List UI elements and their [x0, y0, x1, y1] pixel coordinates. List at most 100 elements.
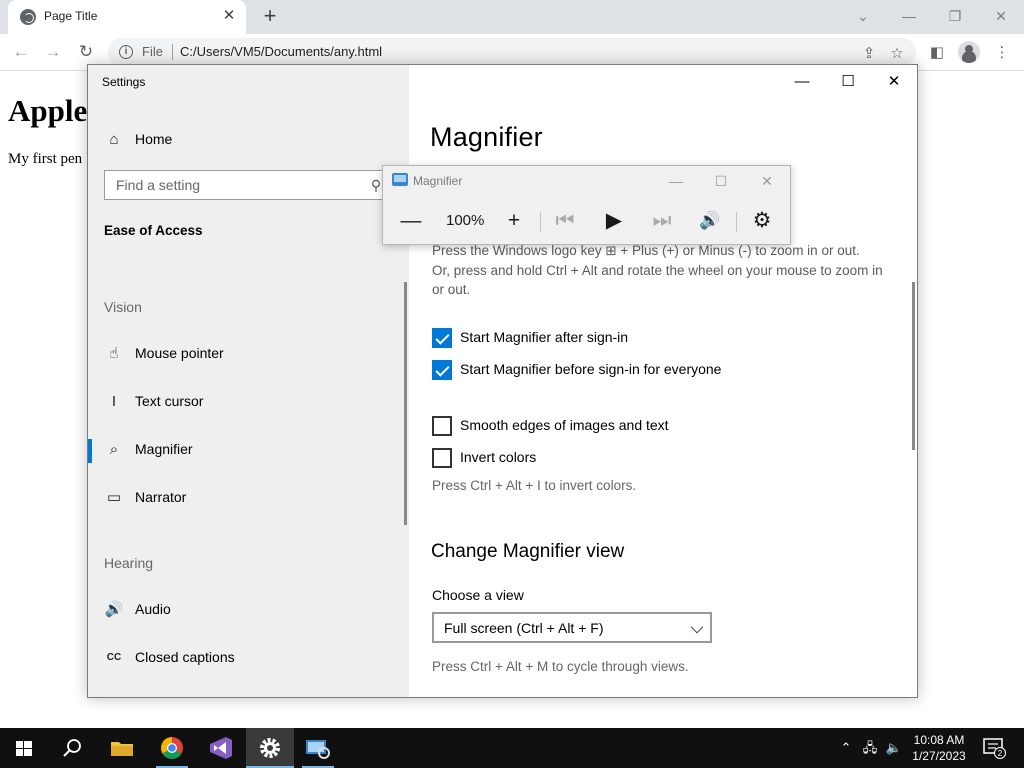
zoom-in-icon[interactable]: +: [500, 207, 528, 235]
sidebar-item-mouse-pointer[interactable]: ☝ Mouse pointer: [88, 339, 409, 371]
sidebar-item-text-cursor[interactable]: I Text cursor: [88, 387, 409, 419]
address-url[interactable]: C:/Users/VM5/Documents/any.html: [180, 44, 382, 59]
volume-icon[interactable]: 🔈: [884, 739, 904, 757]
taskbar-file-explorer[interactable]: [98, 728, 146, 768]
taskbar-chrome[interactable]: [148, 728, 196, 768]
checkbox-unchecked[interactable]: [432, 448, 452, 468]
browser-tab[interactable]: Page Title ✕: [8, 0, 246, 34]
section-label-hearing: Hearing: [104, 555, 154, 571]
checkbox-smooth-edges[interactable]: Smooth edges of images and text: [432, 416, 892, 438]
read-from-here-icon[interactable]: 🔊: [696, 207, 724, 235]
checkbox-start-before-sign-in[interactable]: Start Magnifier before sign-in for every…: [432, 360, 892, 382]
chevron-down-icon: [690, 620, 704, 634]
search-placeholder: Find a setting: [116, 177, 201, 193]
settings-minimize-button[interactable]: —: [779, 70, 825, 94]
section-label-vision: Vision: [104, 299, 142, 315]
tray-overflow-chevron-icon[interactable]: ⌃: [836, 739, 856, 757]
closed-captions-icon: CC: [106, 652, 122, 663]
toolbar-divider: [736, 212, 737, 232]
network-icon[interactable]: 🖧: [860, 739, 880, 757]
back-arrow-icon[interactable]: ←: [8, 40, 34, 64]
webpage-paragraph: My first pen: [8, 151, 83, 167]
browser-close-button[interactable]: ✕: [986, 5, 1016, 27]
skip-back-icon[interactable]: ⏮: [551, 207, 579, 235]
visual-studio-icon: [210, 737, 232, 759]
taskbar-clock[interactable]: 10:08 AM 1/27/2023: [904, 732, 974, 764]
view-select-value: Full screen (Ctrl + Alt + F): [444, 620, 604, 636]
clock-time: 10:08 AM: [913, 733, 965, 747]
speaker-icon: 🔊: [104, 601, 124, 618]
share-icon[interactable]: ⇪: [860, 45, 878, 63]
taskbar: ⌃ 🖧 🔈 10:08 AM 1/27/2023 2: [0, 728, 1024, 768]
sidebar-item-closed-captions[interactable]: CC Closed captions: [88, 643, 409, 675]
zoom-out-icon[interactable]: —: [397, 207, 425, 235]
checkbox-unchecked[interactable]: [432, 416, 452, 436]
gear-icon[interactable]: ⚙: [748, 207, 776, 235]
magnifier-maximize-button[interactable]: ☐: [708, 170, 734, 192]
toolbar-divider: [540, 212, 541, 232]
invert-colors-hint: Press Ctrl + Alt + I to invert colors.: [432, 478, 637, 493]
new-tab-button[interactable]: +: [258, 5, 282, 29]
sidebar-item-label: Mouse pointer: [135, 345, 224, 361]
view-select-dropdown[interactable]: Full screen (Ctrl + Alt + F): [432, 612, 712, 643]
home-icon: ⌂: [109, 131, 119, 148]
settings-content: — ☐ ✕ Magnifier Press the Windows logo k…: [409, 65, 917, 697]
bookmark-star-icon[interactable]: ☆: [888, 45, 906, 63]
browser-restore-button[interactable]: ❐: [940, 5, 970, 27]
tab-search-chevron-icon[interactable]: ⌄: [848, 5, 878, 27]
reload-icon[interactable]: ↻: [73, 40, 99, 64]
sidebar-item-magnifier[interactable]: ⌕ Magnifier: [88, 435, 409, 467]
settings-group-title: Ease of Access: [104, 223, 203, 238]
magnifier-close-button[interactable]: ✕: [754, 170, 780, 192]
content-scrollbar[interactable]: [912, 282, 915, 450]
settings-search-input[interactable]: Find a setting ⚲: [104, 170, 392, 200]
tab-close-icon[interactable]: ✕: [220, 7, 238, 25]
settings-close-button[interactable]: ✕: [871, 70, 917, 94]
magnifier-icon: ⌕: [109, 441, 119, 458]
profile-avatar-icon[interactable]: [958, 41, 980, 63]
search-icon: [63, 739, 81, 757]
forward-arrow-icon[interactable]: →: [40, 40, 66, 64]
gear-icon: [260, 738, 280, 758]
magnifier-minimize-button[interactable]: —: [663, 170, 689, 192]
browser-minimize-button[interactable]: —: [894, 5, 924, 27]
sidebar-item-home[interactable]: ⌂ Home: [88, 125, 409, 157]
magnifier-app-icon: [306, 740, 330, 759]
zoom-help-text-2: Or, press and hold Ctrl + Alt and rotate…: [432, 263, 883, 297]
text-cursor-icon: I: [111, 393, 117, 410]
chrome-icon: [161, 737, 183, 759]
address-bar[interactable]: i File C:/Users/VM5/Documents/any.html ⇪…: [108, 38, 916, 66]
checkbox-checked[interactable]: [432, 328, 452, 348]
checkbox-label: Invert colors: [460, 449, 537, 465]
globe-icon: [20, 9, 36, 25]
start-button[interactable]: [0, 728, 48, 768]
zoom-level: 100%: [446, 212, 485, 229]
play-icon[interactable]: ▶: [600, 207, 628, 235]
side-panel-icon[interactable]: ◧: [926, 42, 948, 64]
sidebar-item-label: Home: [135, 131, 173, 147]
sidebar-item-audio[interactable]: 🔊 Audio: [88, 595, 409, 627]
mouse-pointer-icon: ☝: [109, 345, 119, 362]
browser-tab-strip: Page Title ✕ + ⌄ — ❐ ✕: [0, 0, 1024, 34]
taskbar-settings[interactable]: [246, 728, 294, 768]
site-info-icon[interactable]: i: [119, 45, 133, 59]
narrator-icon: ▭: [106, 489, 122, 506]
notification-center-icon[interactable]: 2: [982, 737, 1006, 759]
checkbox-invert-colors[interactable]: Invert colors: [432, 448, 892, 470]
checkbox-start-after-sign-in[interactable]: Start Magnifier after sign-in: [432, 328, 892, 350]
taskbar-search-button[interactable]: [48, 728, 96, 768]
sidebar-scrollbar[interactable]: [404, 282, 407, 525]
magnifier-app-icon: [392, 173, 408, 186]
address-separator: [172, 44, 173, 60]
notification-icon: 2: [983, 738, 1006, 759]
taskbar-magnifier[interactable]: [294, 728, 342, 768]
settings-maximize-button[interactable]: ☐: [825, 70, 871, 94]
sidebar-item-label: Audio: [135, 601, 171, 617]
webpage-heading: Apple: [8, 93, 88, 128]
taskbar-visual-studio[interactable]: [196, 728, 244, 768]
sidebar-item-narrator[interactable]: ▭ Narrator: [88, 483, 409, 515]
checkbox-checked[interactable]: [432, 360, 452, 380]
browser-menu-icon[interactable]: ⋮: [991, 42, 1013, 64]
checkbox-label: Smooth edges of images and text: [460, 417, 669, 433]
skip-forward-icon[interactable]: ⏭: [648, 207, 676, 235]
